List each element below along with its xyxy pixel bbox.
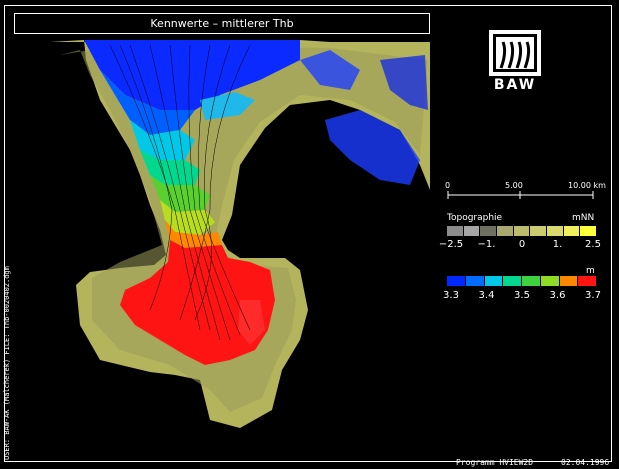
topography-tick-label: −1. <box>477 239 496 250</box>
topography-swatch <box>580 226 597 236</box>
topography-swatch <box>563 226 581 236</box>
water-tick-label: 3.3 <box>443 290 459 301</box>
water-swatch <box>465 276 485 286</box>
water-swatch <box>447 276 466 286</box>
topography-swatch <box>496 226 514 236</box>
topography-swatch <box>447 226 464 236</box>
topography-swatch <box>546 226 564 236</box>
topography-color-scale <box>447 226 597 236</box>
scale-label-5: 5.00 <box>505 181 523 190</box>
logo-graphic <box>493 34 537 72</box>
water-tick-label: 3.6 <box>549 290 566 301</box>
water-swatch <box>540 276 560 286</box>
water-tick-label: 3.5 <box>514 290 530 301</box>
topography-tick-label: 1. <box>552 239 563 250</box>
side-file-label: USER: BAW-AK (Malcherek) FILE: Tnb-00204… <box>3 266 11 460</box>
logo-emblem <box>489 30 541 76</box>
footer-date: 02.04.1996 <box>561 458 610 467</box>
topography-tick-label: 2.5 <box>585 239 601 250</box>
water-swatch <box>503 276 522 286</box>
topography-swatch <box>513 226 531 236</box>
topography-legend-unit: mNN <box>572 213 595 223</box>
water-color-scale <box>447 276 597 286</box>
topography-tick-label: 0 <box>518 239 526 250</box>
water-tick-label: 3.7 <box>585 290 601 301</box>
water-swatch <box>522 276 541 286</box>
baw-logo: BAW <box>489 30 541 93</box>
water-legend-unit: m <box>586 266 595 276</box>
topography-legend-title: Topographie <box>447 213 503 223</box>
water-swatch <box>484 276 504 286</box>
footer-program: Programm HVIEW2D <box>456 458 534 467</box>
scale-label-10: 10.00 km <box>568 181 606 190</box>
topography-swatch <box>480 226 497 236</box>
topography-tick-label: −2.5 <box>438 239 464 250</box>
topography-swatch <box>463 226 481 236</box>
topography-swatch <box>530 226 547 236</box>
water-swatch <box>559 276 579 286</box>
logo-text: BAW <box>493 77 537 93</box>
scale-label-0: 0 <box>445 181 451 190</box>
water-tick-label: 3.4 <box>478 290 495 301</box>
water-swatch <box>578 276 597 286</box>
scale-bar <box>447 191 594 199</box>
